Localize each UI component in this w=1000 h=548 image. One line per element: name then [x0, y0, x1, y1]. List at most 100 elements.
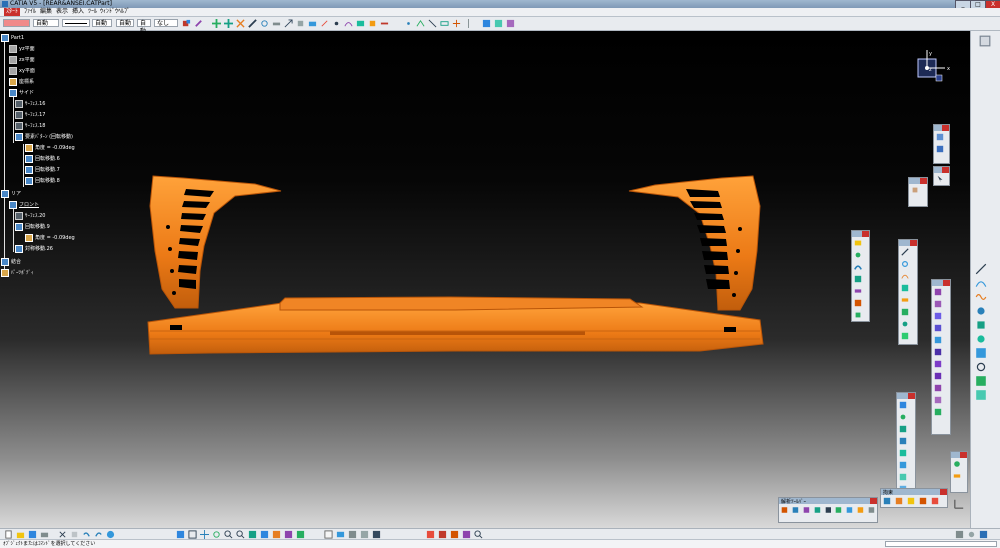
extrapolate-icon[interactable] [899, 473, 907, 481]
contact-icon[interactable] [895, 497, 903, 505]
undo-icon[interactable] [82, 530, 91, 539]
cylinder-tool-icon[interactable] [975, 319, 987, 331]
menu-tools[interactable]: ﾂｰﾙ [88, 8, 97, 16]
options-icon[interactable] [955, 530, 964, 539]
catalog-icon[interactable] [506, 19, 515, 28]
intersection-icon[interactable] [901, 308, 909, 316]
groove-icon[interactable] [934, 324, 942, 332]
globe-icon[interactable] [953, 460, 961, 468]
palette-curves[interactable] [898, 239, 918, 345]
axis-icon[interactable] [320, 19, 329, 28]
rendering-field[interactable]: なし [154, 19, 178, 27]
measure-item-icon[interactable] [438, 530, 447, 539]
surface-icon[interactable] [356, 19, 365, 28]
trim-icon[interactable] [416, 19, 425, 28]
menu-view[interactable]: 表示 [56, 8, 68, 16]
help-icon[interactable] [106, 530, 115, 539]
blend-icon[interactable] [380, 19, 389, 28]
pocket-icon[interactable] [934, 300, 942, 308]
tree-root[interactable]: Part1 [1, 33, 24, 42]
measure-icon[interactable] [272, 19, 281, 28]
cut-icon[interactable] [58, 530, 67, 539]
zoom-out-icon[interactable] [236, 530, 245, 539]
offset-constraint-icon[interactable] [907, 497, 915, 505]
pencil-icon[interactable] [248, 19, 257, 28]
compass-widget[interactable]: y x z [910, 45, 955, 90]
palette-small-b[interactable] [908, 177, 928, 207]
parallel-icon[interactable] [901, 320, 909, 328]
arc-tool-icon[interactable] [975, 277, 987, 289]
coincidence-icon[interactable] [931, 497, 939, 505]
paint-icon[interactable] [182, 19, 191, 28]
tree-side-surface-18[interactable]: ｻｰﾌｪｽ.18 [15, 121, 45, 130]
affinity-icon[interactable] [899, 449, 907, 457]
3d-viewport[interactable]: Part1 yz平面 zx平面 xy平面 座標系 サイド ｻｰﾌｪｽ.16 ｻｰ… [0, 31, 970, 528]
dimension-icon[interactable] [953, 472, 961, 480]
fix-icon[interactable] [883, 497, 891, 505]
angle-icon[interactable] [919, 497, 927, 505]
healing-tool-icon[interactable] [975, 375, 987, 387]
menu-edit[interactable]: 編集 [40, 8, 52, 16]
tree-side-surface-17[interactable]: ｻｰﾌｪｽ.17 [15, 110, 45, 119]
brush-icon[interactable] [194, 19, 203, 28]
slot-icon[interactable] [934, 360, 942, 368]
measure-between-icon[interactable] [426, 530, 435, 539]
close-icon[interactable] [862, 231, 869, 237]
copy-icon[interactable] [70, 530, 79, 539]
distance-analysis-icon[interactable] [792, 506, 799, 514]
line-tool-icon[interactable] [975, 263, 987, 275]
palette-operations[interactable] [851, 230, 870, 322]
color-field[interactable] [3, 19, 30, 27]
apply-material-icon[interactable] [462, 530, 471, 539]
highlight-icon[interactable] [857, 506, 864, 514]
close-icon[interactable] [943, 280, 950, 286]
untrim-tool-icon[interactable] [975, 389, 987, 401]
formula-icon[interactable] [324, 530, 333, 539]
pad-icon[interactable] [934, 288, 942, 296]
lineweight-field[interactable]: 自動 [92, 19, 112, 27]
analysis-icon[interactable] [482, 19, 491, 28]
point-icon[interactable] [332, 19, 341, 28]
mapping-icon[interactable] [835, 506, 842, 514]
tree-front-surface-20[interactable]: ｻｰﾌｪｽ.20 [15, 211, 45, 220]
helix-icon[interactable] [901, 284, 909, 292]
tree-plane-yz[interactable]: yz平面 [9, 44, 35, 53]
close-icon[interactable] [910, 240, 917, 246]
tree-part-body[interactable]: ﾊﾟｰﾂﾎﾞﾃﾞｨ [1, 268, 34, 277]
layer-field[interactable]: 自動 [137, 19, 151, 35]
tree-symmetry-26[interactable]: 対称移動.26 [15, 244, 53, 253]
offset-tool-icon[interactable] [975, 333, 987, 345]
fill-tool-icon[interactable] [975, 347, 987, 359]
line-icon[interactable] [901, 248, 909, 256]
offset-icon[interactable] [854, 311, 862, 319]
move-icon[interactable] [236, 19, 245, 28]
tree-join-set[interactable]: 結合 [1, 257, 21, 266]
loft-solid-icon[interactable] [934, 384, 942, 392]
palette-transform[interactable] [896, 392, 916, 493]
thick-surface-icon[interactable] [934, 408, 942, 416]
transparency-field[interactable]: 自動 [33, 19, 59, 27]
draft-analysis-icon[interactable] [814, 506, 821, 514]
pan-view-icon[interactable] [200, 530, 209, 539]
tree-plane-zx[interactable]: zx平面 [9, 55, 35, 64]
palette-constraints[interactable] [950, 451, 968, 493]
sweep-icon[interactable] [854, 263, 862, 271]
translate-icon[interactable] [899, 401, 907, 409]
linetype-field[interactable] [62, 19, 90, 27]
shaft-icon[interactable] [934, 312, 942, 320]
save-icon[interactable] [28, 530, 37, 539]
hole-icon[interactable] [934, 336, 942, 344]
hand-icon[interactable] [911, 186, 919, 194]
table-icon[interactable] [348, 530, 357, 539]
extrude-icon[interactable] [854, 239, 862, 247]
tree-rear-set[interactable]: リア [1, 189, 21, 198]
split-icon[interactable] [428, 19, 437, 28]
menu-start[interactable]: ｽﾀｰﾄ [4, 8, 21, 16]
palette-selection[interactable] [933, 124, 950, 164]
tree-rotation-8[interactable]: 回転移動.8 [25, 176, 60, 185]
hide-show-icon[interactable] [284, 530, 293, 539]
curvature-icon[interactable] [803, 506, 810, 514]
tree-rotation-7[interactable]: 回転移動.7 [25, 165, 60, 174]
comment-icon[interactable] [336, 530, 345, 539]
close-icon[interactable] [920, 178, 927, 184]
